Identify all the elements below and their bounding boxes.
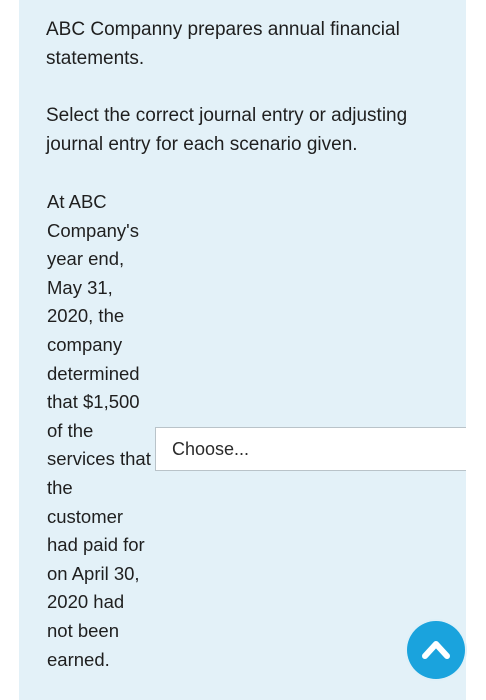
scroll-to-top-button[interactable] (407, 621, 465, 679)
question-intro: ABC Companny prepares annual financial s… (46, 19, 400, 69)
scenario-text: At ABC Company's year end, May 31, 2020,… (47, 191, 151, 670)
journal-entry-select[interactable]: Choose... (155, 427, 466, 471)
journal-entry-select-value: Choose... (172, 439, 250, 459)
question-instruction: Select the correct journal entry or adju… (46, 105, 408, 155)
chevron-up-icon (422, 641, 450, 659)
